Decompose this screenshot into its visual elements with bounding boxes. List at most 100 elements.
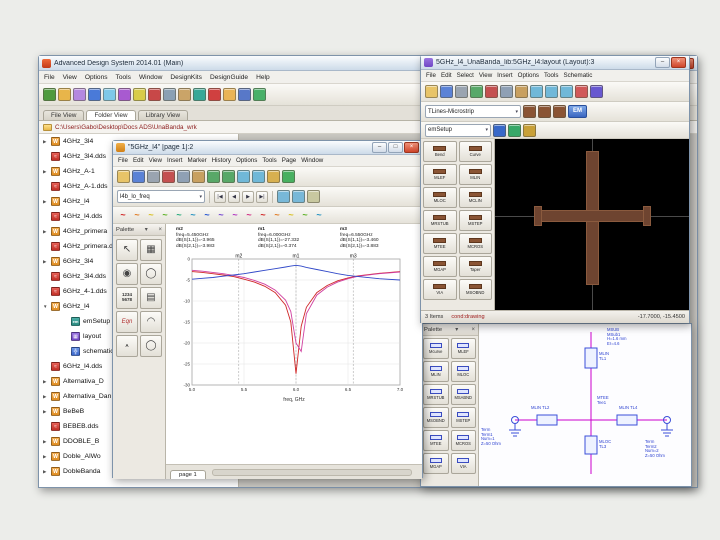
menu-item[interactable]: Tools — [544, 72, 558, 79]
save-icon[interactable] — [132, 170, 145, 183]
menu-item[interactable]: File — [118, 157, 128, 164]
menu-item[interactable]: View — [479, 72, 492, 79]
menu-item[interactable]: File — [44, 74, 55, 81]
paste-icon[interactable] — [178, 88, 191, 101]
menu-item[interactable]: DesignGuide — [210, 74, 248, 81]
layout-canvas[interactable] — [495, 139, 689, 310]
mcros-part[interactable]: MCROS — [450, 430, 476, 451]
mesh-icon[interactable] — [523, 123, 536, 137]
em-setup-dropdown[interactable]: emSetup ▾ — [425, 123, 491, 137]
mbend-part[interactable]: Bend — [423, 141, 457, 162]
trace-style-icon[interactable]: ~ — [187, 208, 199, 222]
new-workspace-icon[interactable] — [43, 88, 56, 101]
stop-simulation-icon[interactable] — [208, 88, 221, 101]
microstrip-stub[interactable] — [643, 206, 651, 226]
menu-item[interactable]: Edit — [133, 157, 144, 164]
msobnd-part[interactable]: MSOBND — [458, 279, 492, 300]
new-layout-icon[interactable] — [118, 88, 131, 101]
prev-page-button[interactable]: ◀ — [228, 190, 240, 203]
list-plot-tool[interactable]: 1234 5678 — [116, 287, 138, 309]
menu-item[interactable]: Options — [236, 157, 257, 164]
paste-icon[interactable] — [192, 170, 205, 183]
insert-mtee-icon[interactable] — [538, 105, 551, 118]
save-icon[interactable] — [88, 88, 101, 101]
menu-item[interactable]: History — [212, 157, 231, 164]
trace-style-icon[interactable]: ~ — [145, 208, 157, 222]
zoom-in-icon[interactable] — [237, 170, 250, 183]
help-icon[interactable] — [253, 88, 266, 101]
palette-header[interactable]: Palette ▾ × — [421, 324, 478, 336]
expander-icon[interactable]: ▶ — [43, 229, 51, 235]
substrate-icon[interactable] — [508, 123, 521, 137]
maximize-button[interactable]: □ — [388, 142, 403, 153]
em-simulate-icon[interactable] — [493, 123, 506, 137]
mstep-part[interactable]: MSTEP — [450, 407, 476, 428]
expander-icon[interactable]: ▶ — [43, 454, 51, 460]
horizontal-scrollbar[interactable] — [211, 469, 412, 476]
pointer-tool[interactable]: ↖ — [116, 239, 138, 261]
insert-pin-icon[interactable] — [575, 85, 588, 98]
via-part[interactable]: VIA — [450, 453, 476, 474]
mlin-part[interactable]: MLIN — [423, 361, 449, 382]
expander-icon[interactable]: ▶ — [43, 439, 51, 445]
first-page-button[interactable]: |◀ — [214, 190, 226, 203]
trace-style-icon[interactable]: ~ — [201, 208, 213, 222]
palette-pin-icon[interactable]: ▾ — [145, 226, 148, 233]
polar-plot-tool[interactable]: ◉ — [116, 263, 138, 285]
cut-icon[interactable] — [162, 170, 175, 183]
minimize-button[interactable]: – — [655, 57, 670, 68]
mlin-part[interactable]: MLIN — [458, 164, 492, 185]
smith-chart-tool[interactable]: ◯ — [140, 263, 162, 285]
cut-icon[interactable] — [148, 88, 161, 101]
expander-icon[interactable]: ▶ — [43, 199, 51, 205]
simulate-icon[interactable] — [193, 88, 206, 101]
mcurve-part[interactable]: Curve — [458, 141, 492, 162]
menu-item[interactable]: Select — [457, 72, 474, 79]
msobnd-part[interactable]: MSOBND — [423, 407, 449, 428]
menu-item[interactable]: Tools — [262, 157, 276, 164]
redo-icon[interactable] — [222, 170, 235, 183]
mlin-symbol[interactable] — [616, 414, 638, 426]
view-tab[interactable]: Folder View — [86, 110, 136, 120]
msabnd-part[interactable]: MSABND — [450, 384, 476, 405]
trace-style-icon[interactable]: ~ — [159, 208, 171, 222]
insert-via-icon[interactable] — [553, 105, 566, 118]
mtee-part[interactable]: MTEE — [423, 233, 457, 254]
zoom-area-icon[interactable] — [277, 190, 290, 203]
mgap-part[interactable]: MGAP — [423, 256, 457, 277]
new-schematic-icon[interactable] — [103, 88, 116, 101]
help-icon[interactable] — [282, 170, 295, 183]
mlef-part[interactable]: MLEF — [450, 338, 476, 359]
example-workspace-icon[interactable] — [73, 88, 86, 101]
trace-style-icon[interactable]: ~ — [131, 208, 143, 222]
s-parameter-plot[interactable]: 5.0 5.5 6.0 6.5 7.0 0 -5 -10 -15 -20 -25 -30 m2 m1 m3 — [170, 251, 408, 397]
rect-plot-tool[interactable]: ▦ — [140, 239, 162, 261]
zoom-out-icon[interactable] — [545, 85, 558, 98]
menu-item[interactable]: Schematic — [563, 72, 592, 79]
palette-close-icon[interactable]: × — [158, 227, 162, 233]
menu-item[interactable]: Help — [256, 74, 270, 81]
mgap-part[interactable]: MGAP — [423, 453, 449, 474]
expander-icon[interactable]: ▶ — [43, 469, 51, 475]
mrstub-part[interactable]: MRSTUB — [423, 384, 449, 405]
menu-item[interactable]: Insert — [167, 157, 182, 164]
expander-icon[interactable]: ▶ — [43, 394, 51, 400]
trace-style-icon[interactable]: ~ — [229, 208, 241, 222]
mclin-part[interactable]: MCLIN — [458, 187, 492, 208]
default-dataset-dropdown[interactable]: l4b_lo_freq ▾ — [117, 190, 205, 203]
mlin-symbol[interactable] — [584, 347, 598, 369]
close-button[interactable]: × — [671, 57, 686, 68]
expander-icon[interactable]: ▶ — [43, 169, 51, 175]
paste-icon[interactable] — [515, 85, 528, 98]
save-icon[interactable] — [440, 85, 453, 98]
eqn-tool[interactable]: Eqn — [116, 311, 138, 333]
menu-item[interactable]: Edit — [441, 72, 452, 79]
next-page-button[interactable]: ▶ — [242, 190, 254, 203]
mstep-part[interactable]: MSTEP — [458, 210, 492, 231]
copy-icon[interactable] — [163, 88, 176, 101]
open-workspace-icon[interactable] — [58, 88, 71, 101]
mcurve-part[interactable]: Mcurve — [423, 338, 449, 359]
last-page-button[interactable]: ▶| — [256, 190, 268, 203]
part-library-dropdown[interactable]: TLines-Microstrip ▾ — [425, 105, 521, 118]
trace-style-icon[interactable]: ~ — [243, 208, 255, 222]
